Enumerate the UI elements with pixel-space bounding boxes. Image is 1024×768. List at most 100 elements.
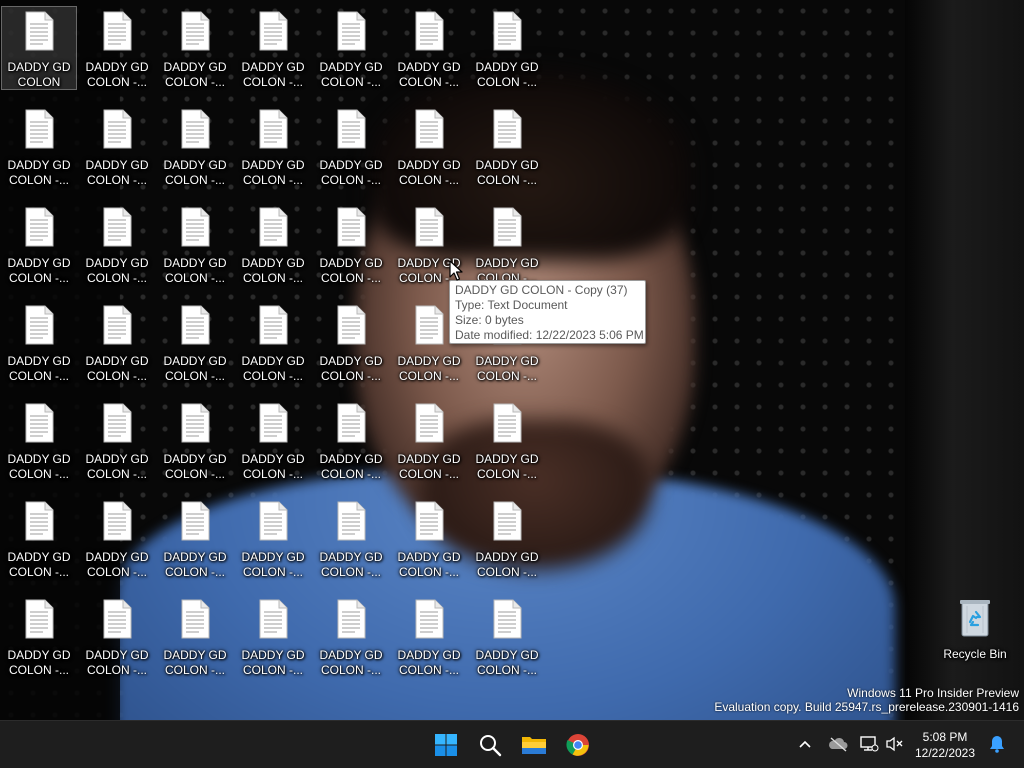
- desktop-file-icon[interactable]: DADDY GD COLON -...: [235, 496, 311, 580]
- desktop-file-label: DADDY GD COLON -...: [7, 354, 71, 383]
- desktop-file-label: DADDY GD COLON -...: [475, 648, 539, 677]
- taskbar-clock[interactable]: 5:08 PM 12/22/2023: [910, 729, 980, 761]
- desktop-icon-grid: DADDY GD COLON DADDY GD COLON -... DADDY G…: [0, 0, 560, 690]
- recycle-bin[interactable]: Recycle Bin: [938, 596, 1012, 666]
- start-icon: [435, 734, 457, 756]
- desktop-file-icon[interactable]: DADDY GD COLON -...: [157, 104, 233, 188]
- text-document-icon: [413, 501, 445, 541]
- desktop-file-icon[interactable]: DADDY GD COLON -...: [469, 202, 545, 286]
- desktop-file-icon[interactable]: DADDY GD COLON -...: [469, 104, 545, 188]
- desktop-file-icon[interactable]: DADDY GD COLON -...: [391, 496, 467, 580]
- desktop-file-label: DADDY GD COLON -...: [397, 60, 461, 89]
- desktop-file-icon[interactable]: DADDY GD COLON -...: [469, 6, 545, 90]
- desktop-file-label: DADDY GD COLON -...: [241, 158, 305, 187]
- desktop-file-label: DADDY GD COLON -...: [319, 158, 383, 187]
- text-document-icon: [179, 403, 211, 443]
- desktop-file-icon[interactable]: DADDY GD COLON -...: [157, 202, 233, 286]
- desktop-file-icon[interactable]: DADDY GD COLON -...: [157, 6, 233, 90]
- desktop-file-label: DADDY GD COLON -...: [163, 550, 227, 579]
- search-icon: [480, 735, 502, 757]
- desktop-file-icon[interactable]: DADDY GD COLON -...: [79, 398, 155, 482]
- text-document-icon: [491, 599, 523, 639]
- desktop-file-icon[interactable]: DADDY GD COLON -...: [157, 300, 233, 384]
- text-document-icon: [101, 305, 133, 345]
- chrome-button[interactable]: [558, 725, 598, 765]
- desktop-file-icon[interactable]: DADDY GD COLON -...: [79, 594, 155, 678]
- desktop-file-icon[interactable]: DADDY GD COLON -...: [157, 496, 233, 580]
- desktop-file-icon[interactable]: DADDY GD COLON -...: [1, 104, 77, 188]
- desktop-file-icon[interactable]: DADDY GD COLON -...: [235, 594, 311, 678]
- text-document-icon: [23, 109, 55, 149]
- text-document-icon: [23, 11, 55, 51]
- desktop-file-icon[interactable]: DADDY GD COLON -...: [469, 398, 545, 482]
- desktop-file-icon[interactable]: DADDY GD COLON -...: [157, 594, 233, 678]
- text-document-icon: [257, 207, 289, 247]
- desktop-file-icon[interactable]: DADDY GD COLON -...: [235, 104, 311, 188]
- text-document-icon: [491, 403, 523, 443]
- text-document-icon: [101, 501, 133, 541]
- desktop-file-icon[interactable]: DADDY GD COLON -...: [469, 496, 545, 580]
- text-document-icon: [257, 501, 289, 541]
- desktop-file-icon[interactable]: DADDY GD COLON -...: [313, 496, 389, 580]
- desktop-file-label: DADDY GD COLON -...: [7, 452, 71, 481]
- search-button[interactable]: [470, 725, 510, 765]
- desktop-file-label: DADDY GD COLON -...: [85, 60, 149, 89]
- desktop-file-label: DADDY GD COLON -...: [7, 550, 71, 579]
- desktop-file-icon[interactable]: DADDY GD COLON -...: [313, 6, 389, 90]
- text-document-icon: [101, 599, 133, 639]
- desktop-file-icon[interactable]: DADDY GD COLON -...: [1, 300, 77, 384]
- desktop-file-label: DADDY GD COLON -...: [85, 648, 149, 677]
- network-button[interactable]: [858, 733, 880, 755]
- desktop-file-icon[interactable]: DADDY GD COLON -...: [1, 594, 77, 678]
- desktop-file-icon[interactable]: DADDY GD COLON -...: [469, 594, 545, 678]
- desktop-file-icon[interactable]: DADDY GD COLON -...: [1, 398, 77, 482]
- desktop-file-label: DADDY GD COLON -...: [397, 452, 461, 481]
- text-document-icon: [257, 403, 289, 443]
- desktop-file-label: DADDY GD COLON -...: [163, 452, 227, 481]
- notifications-button[interactable]: [986, 733, 1008, 755]
- desktop-file-icon[interactable]: DADDY GD COLON -...: [79, 202, 155, 286]
- desktop-file-icon[interactable]: DADDY GD COLON -...: [391, 594, 467, 678]
- text-document-icon: [335, 501, 367, 541]
- desktop-file-icon[interactable]: DADDY GD COLON -...: [313, 594, 389, 678]
- desktop-file-label: DADDY GD COLON -...: [163, 256, 227, 285]
- volume-muted-icon: [886, 736, 903, 752]
- desktop-file-icon[interactable]: DADDY GD COLON -...: [79, 300, 155, 384]
- file-explorer-button[interactable]: [514, 725, 554, 765]
- desktop-file-icon[interactable]: DADDY GD COLON -...: [235, 398, 311, 482]
- desktop-file-label: DADDY GD COLON -...: [163, 158, 227, 187]
- text-document-icon: [101, 109, 133, 149]
- desktop-file-label: DADDY GD COLON -...: [163, 354, 227, 383]
- desktop-file-icon[interactable]: DADDY GD COLON -...: [157, 398, 233, 482]
- desktop-file-icon[interactable]: DADDY GD COLON: [1, 6, 77, 90]
- desktop-file-icon[interactable]: DADDY GD COLON -...: [1, 496, 77, 580]
- tooltip-modified: Date modified: 12/22/2023 5:06 PM: [455, 328, 644, 342]
- bell-icon: [990, 736, 1004, 753]
- text-document-icon: [179, 207, 211, 247]
- desktop-file-icon[interactable]: DADDY GD COLON -...: [235, 300, 311, 384]
- desktop-file-icon[interactable]: DADDY GD COLON -...: [313, 104, 389, 188]
- desktop-file-label: DADDY GD COLON -...: [475, 60, 539, 89]
- desktop-file-icon[interactable]: DADDY GD COLON -...: [235, 6, 311, 90]
- desktop-file-icon[interactable]: DADDY GD COLON -...: [79, 104, 155, 188]
- desktop-file-icon[interactable]: DADDY GD COLON -...: [313, 300, 389, 384]
- text-document-icon: [257, 599, 289, 639]
- onedrive-offline-icon: [829, 737, 848, 752]
- text-document-icon: [257, 305, 289, 345]
- desktop-file-icon[interactable]: DADDY GD COLON -...: [391, 6, 467, 90]
- desktop-file-icon[interactable]: DADDY GD COLON -...: [313, 398, 389, 482]
- desktop-file-icon[interactable]: DADDY GD COLON -...: [235, 202, 311, 286]
- onedrive-button[interactable]: [827, 733, 849, 755]
- desktop-file-icon[interactable]: DADDY GD COLON -...: [79, 6, 155, 90]
- desktop-file-icon[interactable]: DADDY GD COLON -...: [79, 496, 155, 580]
- watermark-edition: Windows 11 Pro Insider Preview: [847, 686, 1019, 700]
- desktop-file-icon[interactable]: DADDY GD COLON -...: [1, 202, 77, 286]
- desktop-file-icon[interactable]: DADDY GD COLON -...: [391, 398, 467, 482]
- desktop-file-icon[interactable]: DADDY GD COLON -...: [391, 104, 467, 188]
- start-button[interactable]: [426, 725, 466, 765]
- desktop-file-icon[interactable]: DADDY GD COLON -...: [313, 202, 389, 286]
- text-document-icon: [413, 207, 445, 247]
- show-hidden-icons-button[interactable]: [794, 733, 816, 755]
- volume-button[interactable]: [884, 733, 906, 755]
- recycle-bin-icon: [960, 600, 990, 637]
